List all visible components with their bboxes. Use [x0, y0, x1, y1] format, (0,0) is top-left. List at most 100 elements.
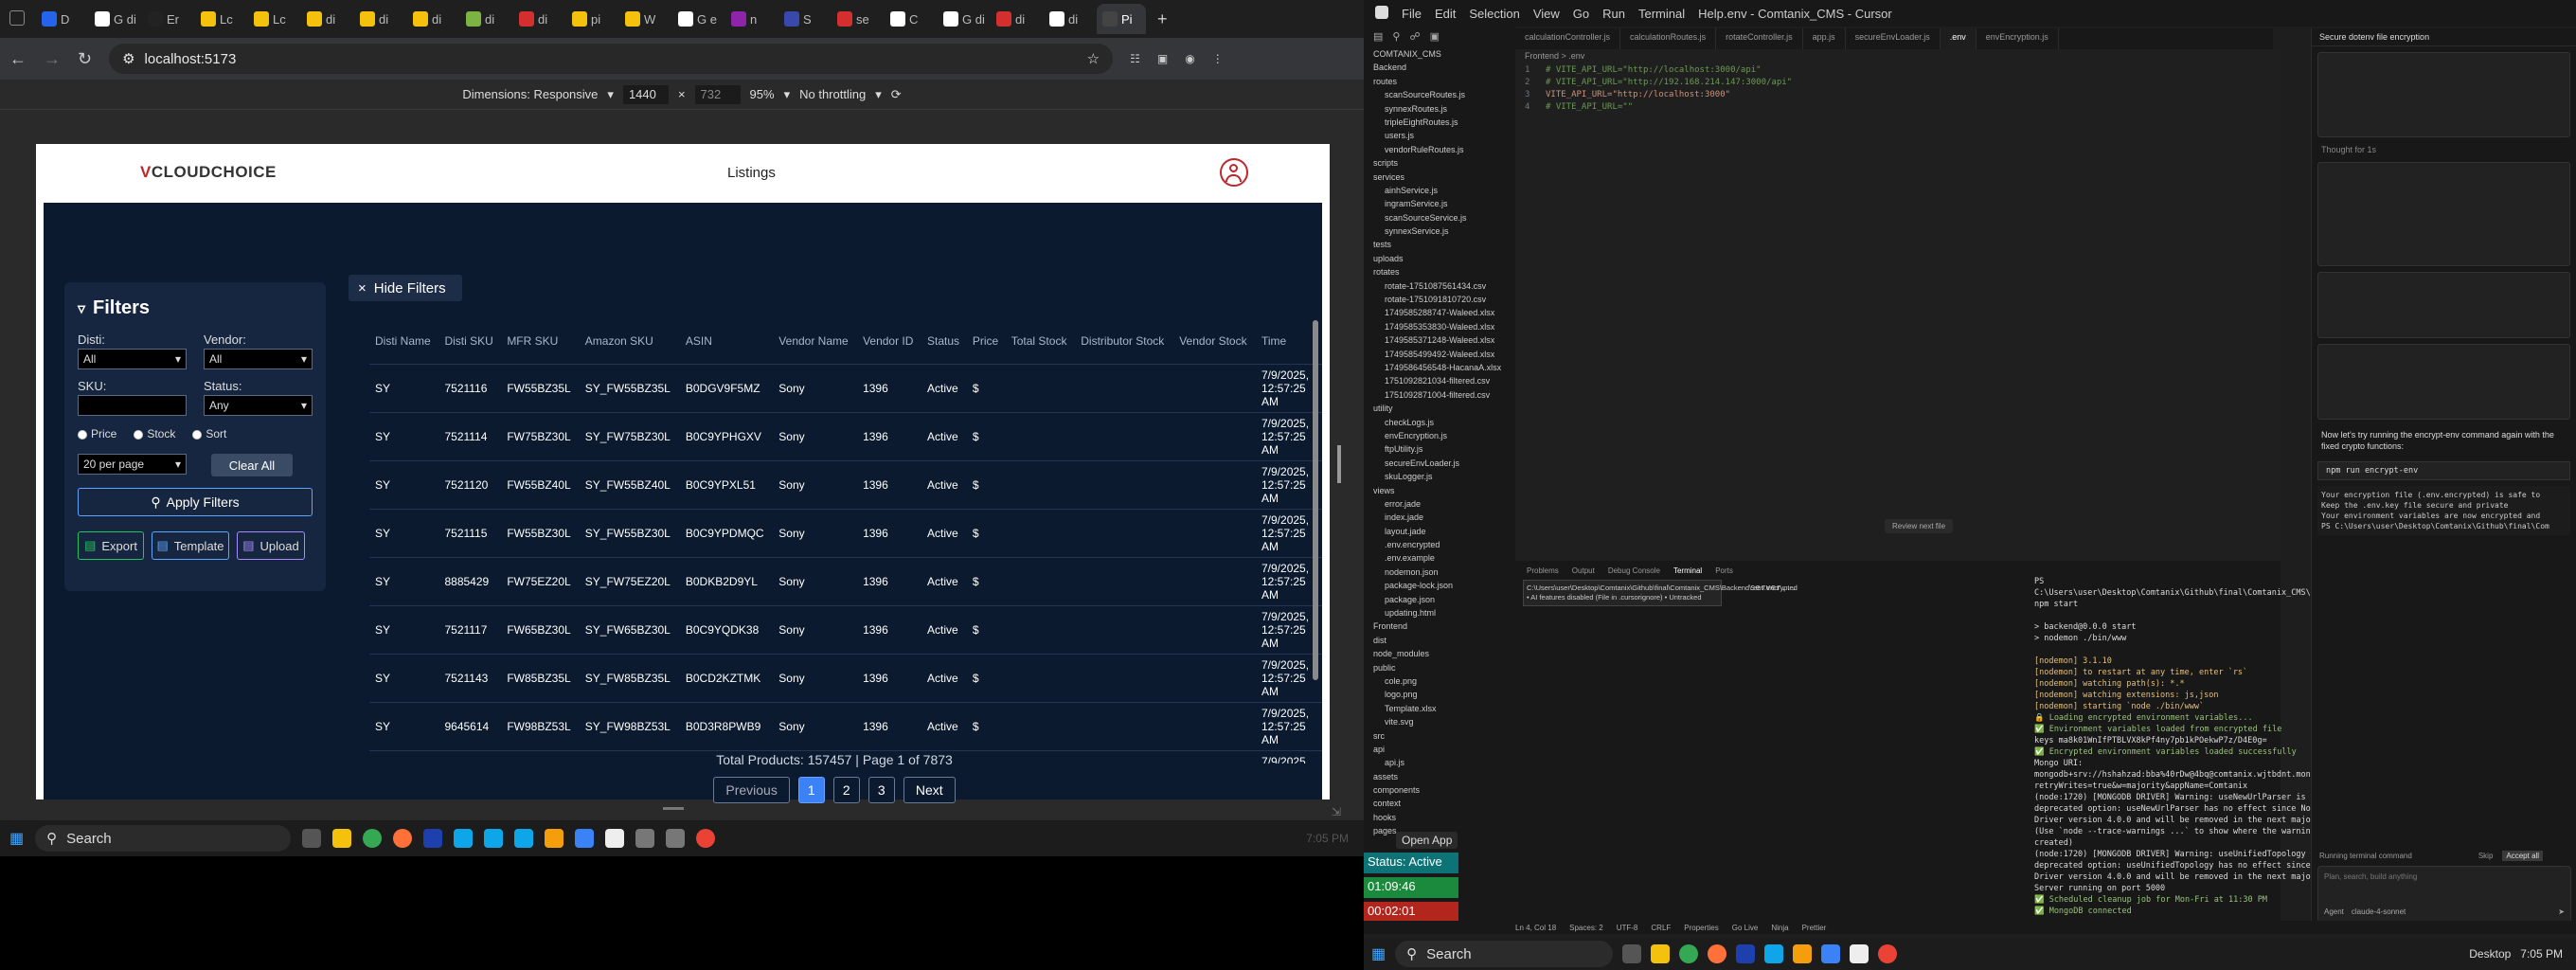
browser-tab[interactable]: pi [566, 4, 616, 34]
explorer-item[interactable]: public [1364, 661, 1515, 674]
table-row[interactable]: SY 7521120 FW55BZ40L SY_FW55BZ40L B0C9YPXL51… [369, 459, 1322, 509]
table-row[interactable]: SY 7521116 FW55BZ35L SY_FW55BZ35L B0DGV9F5MZ… [369, 363, 1322, 412]
user-avatar-icon[interactable] [1220, 158, 1248, 187]
explorer-item[interactable]: utility [1364, 402, 1515, 415]
explorer-item[interactable]: 1751092821034-filtered.csv [1364, 374, 1515, 387]
explorer-item[interactable]: nodemon.json [1364, 566, 1515, 579]
statusbar-item[interactable]: Ninja [1771, 924, 1788, 932]
explorer-item[interactable]: Frontend [1364, 620, 1515, 633]
throttling-select[interactable]: No throttling [799, 87, 866, 101]
site-info-icon[interactable]: ⚙ [122, 50, 134, 67]
firefox-icon[interactable] [1708, 944, 1727, 963]
explorer-item[interactable]: vendorRuleRoutes.js [1364, 143, 1515, 156]
explorer-item[interactable]: tests [1364, 238, 1515, 251]
explorer-item[interactable]: updating.html [1364, 606, 1515, 620]
column-header[interactable]: Disti Name [369, 318, 438, 364]
page-button[interactable]: 3 [868, 777, 895, 803]
profile-icon[interactable]: ◉ [1185, 52, 1194, 65]
skip-button[interactable]: Skip [2478, 852, 2494, 860]
browser-tab[interactable]: di [460, 4, 510, 34]
menu-item[interactable]: Selection [1469, 7, 1519, 21]
task-view-icon[interactable] [1622, 944, 1642, 963]
cursor-icon[interactable] [605, 829, 625, 848]
vendor-select[interactable]: All ▾ [204, 349, 313, 369]
app-logo[interactable]: VCLOUDCHOICE [140, 163, 727, 182]
width-input[interactable]: 1440 [622, 84, 669, 104]
menu-item[interactable]: File [1402, 7, 1422, 21]
chrome-icon[interactable] [363, 829, 383, 848]
rotate-icon[interactable]: ⟳ [891, 87, 902, 102]
menu-item[interactable]: Help [1698, 7, 1724, 21]
next-button[interactable]: Next [903, 777, 956, 803]
explorer-item[interactable]: .env.encrypted [1364, 538, 1515, 551]
table-row[interactable]: SY 7521143 FW85BZ35L SY_FW85BZ35L B0CD2KZTMK… [369, 653, 1322, 702]
forward-icon[interactable]: → [44, 49, 61, 69]
cursor-icon[interactable] [1850, 944, 1869, 963]
thought-label[interactable]: Thought for 1s [2312, 143, 2576, 156]
dimensions-select[interactable]: Dimensions: Responsive [462, 87, 598, 101]
statusbar-item[interactable]: Ln 4, Col 18 [1515, 924, 1556, 932]
per-page-select[interactable]: 20 per page ▾ [78, 454, 187, 475]
explorer-item[interactable]: tripleEightRoutes.js [1364, 116, 1515, 129]
explorer-item[interactable]: rotate-1751091810720.csv [1364, 293, 1515, 306]
explorer-item[interactable]: 1749586456548-HacanaA.xlsx [1364, 361, 1515, 374]
explorer-item[interactable]: rotate-1751087561434.csv [1364, 279, 1515, 293]
radio-price[interactable]: Price [78, 427, 116, 440]
table-row[interactable]: SY 7521115 FW55BZ30L SY_FW55BZ30L B0C9YPDMQC… [369, 508, 1322, 557]
explorer-item[interactable]: components [1364, 783, 1515, 797]
explorer-item[interactable]: scanSourceService.js [1364, 211, 1515, 225]
browser-tab[interactable]: se [832, 4, 881, 34]
export-button[interactable]: ▤ Export [78, 531, 144, 560]
statusbar-item[interactable]: Properties [1684, 924, 1718, 932]
browser-tab[interactable]: Lc [248, 4, 297, 34]
explorer-item[interactable]: .env.example [1364, 551, 1515, 565]
app-icon[interactable] [666, 829, 686, 848]
code-editor[interactable]: Frontend > .env 1 # VITE_API_URL="http://… [1515, 49, 2281, 561]
statusbar-item[interactable]: Spaces: 2 [1569, 924, 1603, 932]
explorer-item[interactable]: skuLogger.js [1364, 470, 1515, 483]
browser-tab[interactable]: di [301, 4, 350, 34]
vscode-icon[interactable] [1821, 944, 1841, 963]
address-bar[interactable]: ⚙ localhost:5173 ☆ [109, 44, 1114, 74]
browser-tab[interactable]: di [1044, 4, 1093, 34]
explorer-item[interactable]: secureEnvLoader.js [1364, 457, 1515, 470]
explorer-item[interactable]: users.js [1364, 129, 1515, 142]
panel-tab[interactable]: Output [1572, 566, 1595, 575]
table-row[interactable]: SY 7521117 FW65BZ30L SY_FW65BZ30L B0C9YQDK38… [369, 604, 1322, 654]
explorer-item[interactable]: 1749585499492-Waleed.xlsx [1364, 348, 1515, 361]
statusbar-item[interactable]: Go Live [1732, 924, 1759, 932]
statusbar-item[interactable]: CRLF [1651, 924, 1671, 932]
sku-input[interactable] [78, 395, 187, 416]
search-icon[interactable]: ⚲ [1392, 30, 1400, 44]
editor-tab[interactable]: rotateController.js [1716, 28, 1803, 49]
explorer-item[interactable]: ftpUtility.js [1364, 442, 1515, 456]
explorer-item[interactable]: assets [1364, 770, 1515, 783]
column-header[interactable]: MFR SKU [501, 318, 579, 364]
review-next-file-button[interactable]: Review next file [1885, 519, 1954, 533]
firefox-icon[interactable] [393, 829, 413, 848]
radio-sort[interactable]: Sort [192, 427, 226, 440]
back-icon[interactable]: ← [9, 49, 27, 69]
accept-all-button[interactable]: Accept all [2502, 851, 2544, 861]
browser-tab[interactable]: Pi [1097, 4, 1146, 34]
explorer-item[interactable]: envEncryption.js [1364, 429, 1515, 442]
app-icon[interactable] [484, 829, 504, 848]
send-icon[interactable]: ➤ [2558, 907, 2565, 916]
editor-tab[interactable]: calculationRoutes.js [1620, 28, 1717, 49]
browser-tab[interactable]: di [513, 4, 563, 34]
browser-tab[interactable]: G e [672, 4, 722, 34]
page-button[interactable]: 1 [797, 777, 825, 803]
model-select[interactable]: claude-4-sonnet [2352, 907, 2406, 916]
explorer-item[interactable]: hooks [1364, 811, 1515, 824]
menu-item[interactable]: Terminal [1638, 7, 1685, 21]
app-icon[interactable] [545, 829, 564, 848]
explorer-item[interactable]: checkLogs.js [1364, 416, 1515, 429]
apply-filters-button[interactable]: ⚲ Apply Filters [78, 488, 313, 516]
table-row[interactable]: SY 9645614 FW98BZ53L SY_FW98BZ53L B0D3R8PWB9… [369, 701, 1322, 750]
file-explorer-icon[interactable] [1651, 944, 1671, 963]
app-icon[interactable] [1764, 944, 1784, 963]
explorer-item[interactable]: cole.png [1364, 674, 1515, 688]
puzzle-icon[interactable]: ▣ [1157, 52, 1168, 65]
table-row[interactable]: SY 7521114 FW75BZ30L SY_FW75BZ30L B0C9YPHGXV… [369, 411, 1322, 460]
browser-tab[interactable]: S [778, 4, 828, 34]
